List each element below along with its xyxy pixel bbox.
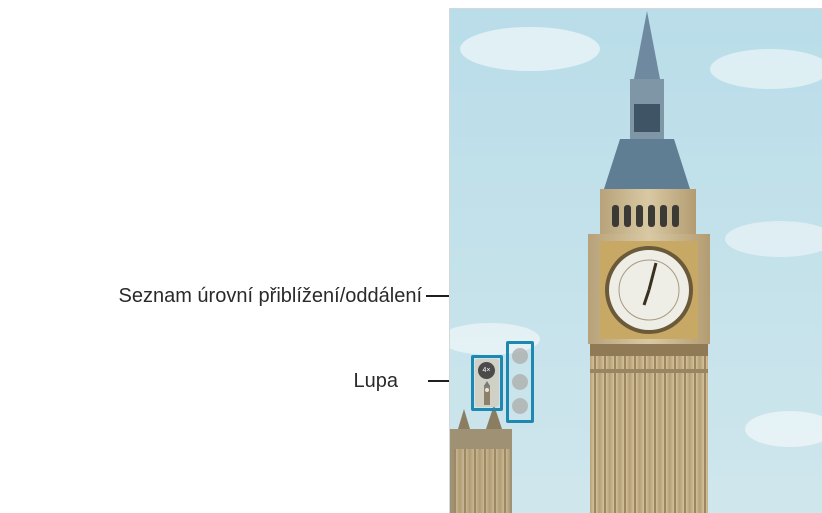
zoom-level-list-highlight-box — [506, 341, 534, 423]
camera-preview[interactable] — [449, 8, 822, 513]
zoom-levels-callout-label: Seznam úrovní přiblížení/oddálení — [118, 285, 422, 307]
magnifier-callout-label: Lupa — [353, 370, 399, 392]
magnifier-highlight-box — [471, 355, 503, 411]
